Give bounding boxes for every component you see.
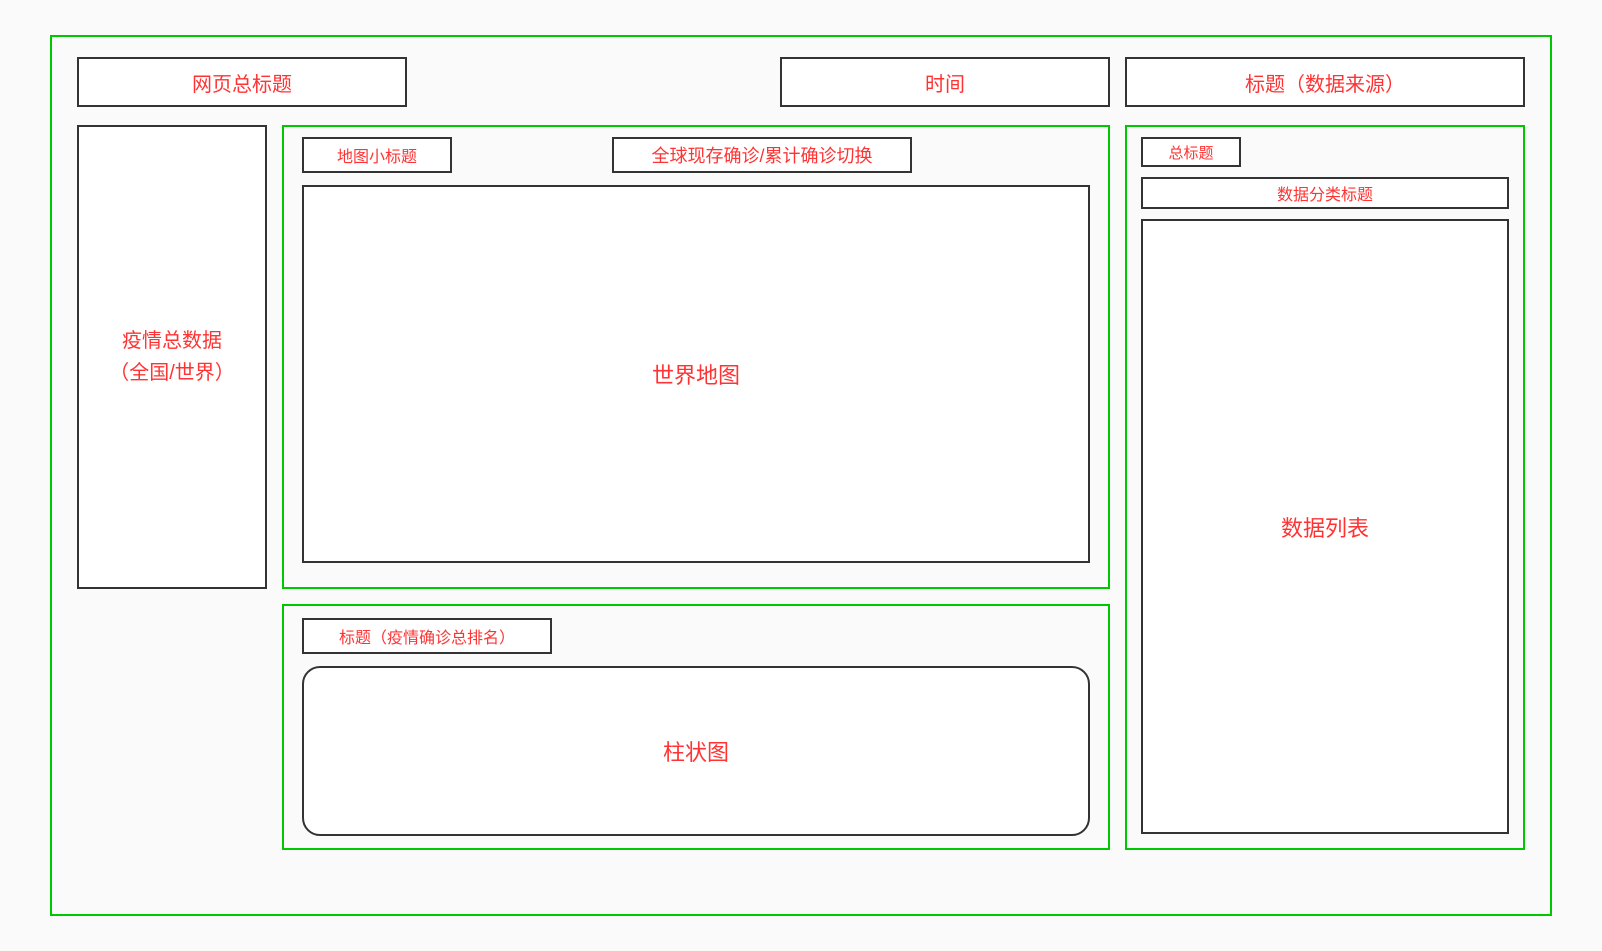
right-column: 总标题 数据分类标题 数据列表: [1125, 125, 1525, 850]
main-row: 疫情总数据 （全国/世界） 地图小标题 全球现存确诊/累计确诊切换 世界地图: [77, 125, 1525, 850]
left-column: 疫情总数据 （全国/世界）: [77, 125, 267, 850]
bar-chart-label: 柱状图: [663, 735, 729, 767]
map-subtitle-label: 地图小标题: [337, 143, 417, 167]
data-source-label: 标题（数据来源）: [1245, 68, 1405, 97]
header-row: 网页总标题 时间 标题（数据来源）: [77, 57, 1525, 107]
right-total-title-label: 总标题: [1168, 142, 1213, 163]
map-toggle-box[interactable]: 全球现存确诊/累计确诊切换: [612, 137, 912, 173]
world-map-label: 世界地图: [652, 358, 740, 390]
right-total-title-box: 总标题: [1141, 137, 1241, 167]
time-box: 时间: [780, 57, 1110, 107]
map-zone: 地图小标题 全球现存确诊/累计确诊切换 世界地图: [282, 125, 1110, 589]
page-title-box: 网页总标题: [77, 57, 407, 107]
right-panel: 总标题 数据分类标题 数据列表: [1125, 125, 1525, 850]
map-toggle-label: 全球现存确诊/累计确诊切换: [652, 142, 873, 168]
center-column: 地图小标题 全球现存确诊/累计确诊切换 世界地图 标题（疫情确诊总排名） 柱状图: [282, 125, 1110, 850]
epidemic-summary-label: 疫情总数据 （全国/世界）: [109, 325, 235, 389]
map-subtitle-box: 地图小标题: [302, 137, 452, 173]
rank-title-label: 标题（疫情确诊总排名）: [339, 624, 515, 648]
data-list-box: 数据列表: [1141, 219, 1509, 834]
data-source-title-box: 标题（数据来源）: [1125, 57, 1525, 107]
wireframe-outer-frame: 网页总标题 时间 标题（数据来源） 疫情总数据 （全国/世界） 地图小标题: [50, 35, 1552, 916]
right-category-title-label: 数据分类标题: [1277, 181, 1373, 205]
header-spacer: [422, 57, 765, 107]
bar-chart-box: 柱状图: [302, 666, 1090, 836]
epidemic-summary-panel: 疫情总数据 （全国/世界）: [77, 125, 267, 589]
right-category-title-box: 数据分类标题: [1141, 177, 1509, 209]
rank-zone: 标题（疫情确诊总排名） 柱状图: [282, 604, 1110, 850]
map-top-row: 地图小标题 全球现存确诊/累计确诊切换: [302, 137, 1090, 173]
world-map-canvas: 世界地图: [302, 185, 1090, 563]
rank-title-box: 标题（疫情确诊总排名）: [302, 618, 552, 654]
time-label: 时间: [925, 68, 965, 97]
data-list-label: 数据列表: [1281, 511, 1369, 543]
page-title-label: 网页总标题: [192, 68, 292, 97]
